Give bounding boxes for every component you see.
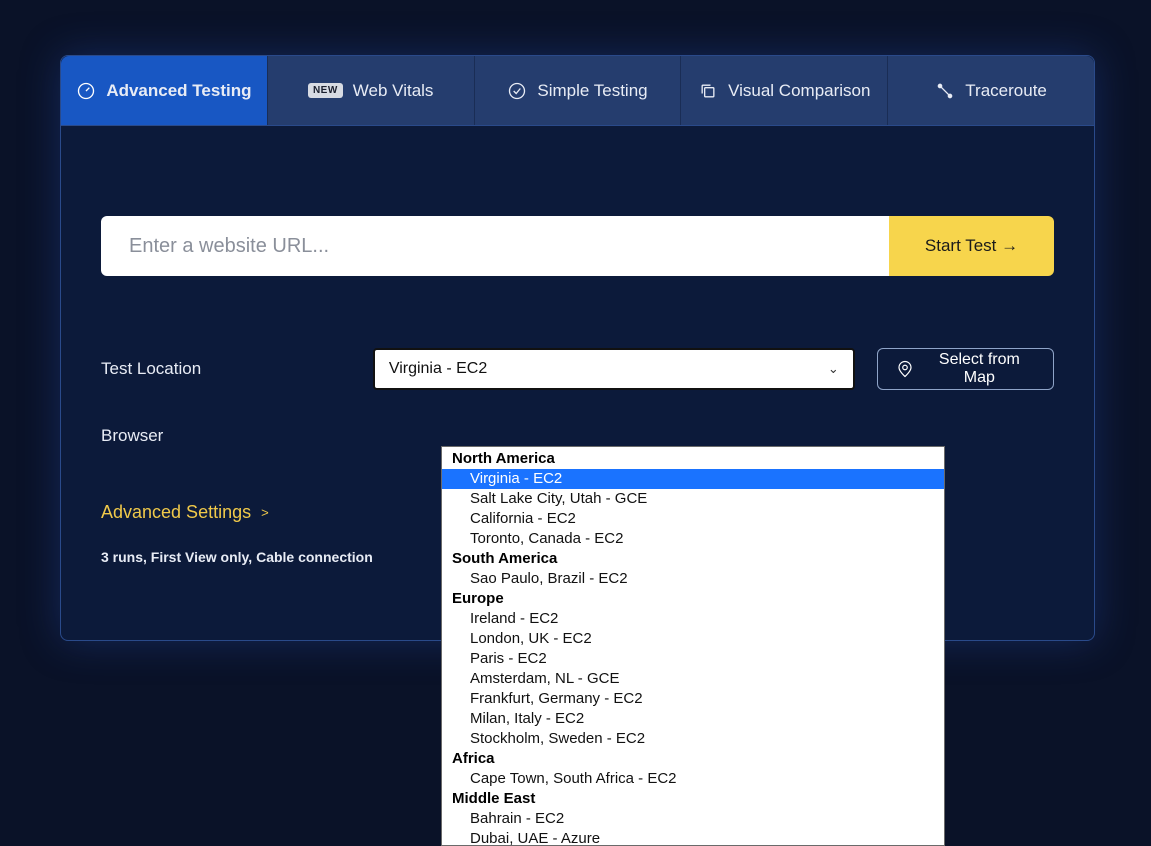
chevron-right-icon: > <box>261 505 269 520</box>
location-option[interactable]: Bahrain - EC2 <box>442 809 944 829</box>
url-row: Start Test → <box>101 216 1054 276</box>
location-optgroup: North America <box>442 449 944 469</box>
tab-visual-comparison[interactable]: Visual Comparison <box>681 56 888 125</box>
location-optgroup: Middle East <box>442 789 944 809</box>
select-from-map-button[interactable]: Select from Map <box>877 348 1054 390</box>
tab-bar: Advanced Testing NEW Web Vitals Simple T… <box>61 56 1094 126</box>
location-optgroup: Europe <box>442 589 944 609</box>
location-selected-value: Virginia - EC2 <box>389 360 487 378</box>
location-option[interactable]: California - EC2 <box>442 509 944 529</box>
url-input[interactable] <box>101 216 889 276</box>
advanced-settings-label: Advanced Settings <box>101 502 251 523</box>
browser-label: Browser <box>101 426 383 446</box>
tab-web-vitals[interactable]: NEW Web Vitals <box>268 56 475 125</box>
new-badge: NEW <box>308 83 343 98</box>
check-circle-icon <box>507 81 527 101</box>
tab-advanced-testing[interactable]: Advanced Testing <box>61 56 268 125</box>
tab-label: Web Vitals <box>353 81 434 101</box>
location-option[interactable]: Milan, Italy - EC2 <box>442 709 944 729</box>
tab-label: Simple Testing <box>537 81 647 101</box>
location-option[interactable]: Frankfurt, Germany - EC2 <box>442 689 944 709</box>
location-option[interactable]: Toronto, Canada - EC2 <box>442 529 944 549</box>
location-option[interactable]: Salt Lake City, Utah - GCE <box>442 489 944 509</box>
browser-row: Browser <box>101 426 1054 446</box>
gauge-icon <box>76 81 96 101</box>
location-select[interactable]: Virginia - EC2 ⌄ <box>373 348 855 390</box>
tab-label: Traceroute <box>965 81 1047 101</box>
location-dropdown-list[interactable]: North AmericaVirginia - EC2Salt Lake Cit… <box>442 447 944 845</box>
location-row: Test Location Virginia - EC2 ⌄ Select fr… <box>101 348 1054 390</box>
location-option[interactable]: Stockholm, Sweden - EC2 <box>442 729 944 749</box>
tab-label: Visual Comparison <box>728 81 870 101</box>
tab-label: Advanced Testing <box>106 81 251 101</box>
location-optgroup: South America <box>442 549 944 569</box>
location-option[interactable]: Sao Paulo, Brazil - EC2 <box>442 569 944 589</box>
start-test-button[interactable]: Start Test → <box>889 216 1054 276</box>
location-option[interactable]: Ireland - EC2 <box>442 609 944 629</box>
tab-traceroute[interactable]: Traceroute <box>888 56 1094 125</box>
location-optgroup: Africa <box>442 749 944 769</box>
map-pin-icon <box>896 360 914 378</box>
location-option[interactable]: Paris - EC2 <box>442 649 944 669</box>
location-option[interactable]: Cape Town, South Africa - EC2 <box>442 769 944 789</box>
test-location-label: Test Location <box>101 359 373 379</box>
location-option[interactable]: Virginia - EC2 <box>442 469 944 489</box>
traceroute-icon <box>935 81 955 101</box>
location-select-wrap: Virginia - EC2 ⌄ <box>373 348 855 390</box>
location-option[interactable]: London, UK - EC2 <box>442 629 944 649</box>
location-dropdown: North AmericaVirginia - EC2Salt Lake Cit… <box>441 446 945 846</box>
copy-icon <box>698 81 718 101</box>
map-button-label: Select from Map <box>924 351 1035 387</box>
tab-simple-testing[interactable]: Simple Testing <box>475 56 682 125</box>
location-option[interactable]: Dubai, UAE - Azure <box>442 829 944 845</box>
chevron-down-icon: ⌄ <box>828 361 839 377</box>
location-option[interactable]: Amsterdam, NL - GCE <box>442 669 944 689</box>
